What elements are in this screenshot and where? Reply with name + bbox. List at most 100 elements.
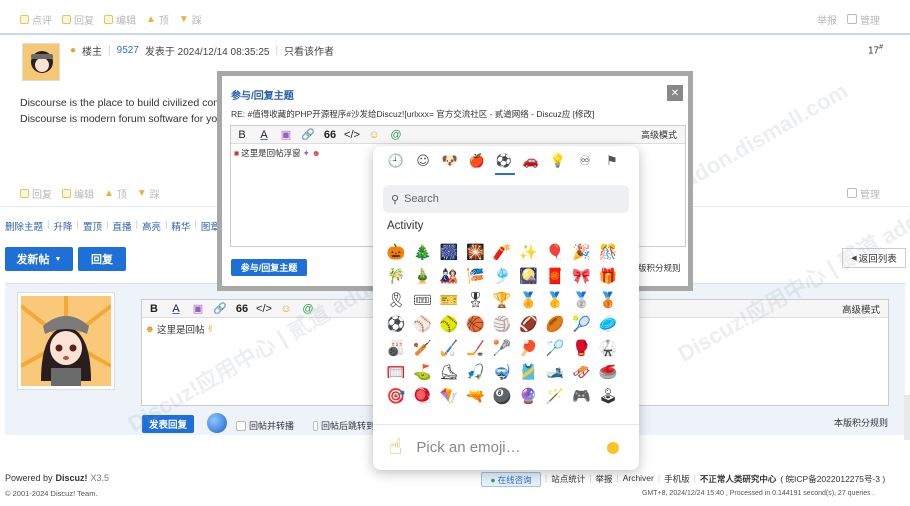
emoji-cell[interactable]: 🎳 <box>385 337 407 359</box>
emoji-cell[interactable]: 🎊 <box>597 241 619 263</box>
emoji-cell[interactable]: 🎱 <box>491 385 513 407</box>
emoji-cell[interactable]: 🎋 <box>385 265 407 287</box>
emoji-cell[interactable]: 🏐 <box>491 313 513 335</box>
footer-link[interactable]: 站点统计 <box>551 473 585 485</box>
emoji-cell[interactable]: 🏀 <box>465 313 487 335</box>
smiley-icon[interactable]: ☺ <box>365 127 383 143</box>
emoji-cell[interactable]: 🪁 <box>438 385 460 407</box>
new-thread-button[interactable]: 发新帖 ▼ <box>5 247 73 271</box>
footer-link[interactable]: Archiver <box>623 473 654 485</box>
emoji-cell[interactable]: 🥇 <box>544 289 566 311</box>
reply-button[interactable]: 回复 <box>78 247 126 271</box>
emoji-cell[interactable]: 🎉 <box>571 241 593 263</box>
emoji-cell[interactable]: 🎑 <box>518 265 540 287</box>
jump-checkbox[interactable] <box>313 420 318 431</box>
back-to-list-button[interactable]: ◀ 返回列表 <box>842 248 906 268</box>
emoji-cell[interactable]: 🥍 <box>491 337 513 359</box>
bold-button[interactable]: B <box>145 301 163 317</box>
emoji-cell[interactable]: 🎾 <box>571 313 593 335</box>
submit-reply-button[interactable]: 发表回复 <box>142 415 194 433</box>
emoji-cell[interactable]: 🎽 <box>518 361 540 383</box>
bold-button[interactable]: B <box>233 127 251 143</box>
emoji-cell[interactable]: 🏅 <box>518 289 540 311</box>
emoji-cell[interactable]: 🎆 <box>438 241 460 263</box>
advanced-mode-link[interactable]: 高级模式 <box>641 128 677 141</box>
category-flags-icon[interactable]: ⚑ <box>603 152 621 170</box>
reply-action[interactable]: 回复 <box>62 12 94 27</box>
option-repost[interactable]: 回帖并转播 <box>236 419 294 432</box>
emoji-cell[interactable]: 🥏 <box>597 313 619 335</box>
emoji-cell[interactable]: 🤿 <box>491 361 513 383</box>
emoji-cell[interactable]: 🏏 <box>412 337 434 359</box>
skin-tone-button[interactable] <box>607 441 619 454</box>
emoji-cell[interactable]: 🎁 <box>597 265 619 287</box>
mod-link[interactable]: 直播 <box>112 219 131 233</box>
emoji-cell[interactable]: 🏈 <box>518 313 540 335</box>
sync-icon[interactable] <box>207 413 227 433</box>
emoji-cell[interactable]: 🕹 <box>597 385 619 407</box>
emoji-cell[interactable]: 🏉 <box>544 313 566 335</box>
emoji-cell[interactable]: ✨ <box>518 241 540 263</box>
emoji-cell[interactable]: 🥉 <box>597 289 619 311</box>
at-icon[interactable]: @ <box>299 301 317 317</box>
icp-link[interactable]: ( 皖ICP备2022012275号-3 ) <box>780 473 885 485</box>
emoji-cell[interactable]: 🎿 <box>544 361 566 383</box>
emoji-cell[interactable]: 🛷 <box>571 361 593 383</box>
emoji-cell[interactable]: 🪀 <box>412 385 434 407</box>
smiley-icon[interactable]: ☺ <box>277 301 295 317</box>
mod-link[interactable]: 高亮 <box>142 219 161 233</box>
down-action[interactable]: ▼ 踩 <box>179 12 202 27</box>
scrollbar[interactable] <box>904 395 910 440</box>
category-travel-icon[interactable]: 🚗 <box>522 152 540 170</box>
emoji-search-input[interactable]: Search <box>404 193 439 205</box>
repost-checkbox[interactable] <box>236 420 246 431</box>
code-button[interactable]: </> <box>343 127 361 143</box>
emoji-search-box[interactable]: ⚲ Search <box>383 185 629 213</box>
emoji-cell[interactable]: 🎍 <box>412 265 434 287</box>
comment-action[interactable]: 点评 <box>20 12 52 27</box>
emoji-cell[interactable]: ⚽ <box>385 313 407 335</box>
dialog-submit-button[interactable]: 参与/回复主题 <box>231 259 307 276</box>
emoji-cell[interactable]: 🎇 <box>465 241 487 263</box>
emoji-cell[interactable]: 🎄 <box>412 241 434 263</box>
emoji-cell[interactable]: ⛸ <box>438 361 460 383</box>
emoji-cell[interactable]: 🎀 <box>571 265 593 287</box>
emoji-cell[interactable]: 🎃 <box>385 241 407 263</box>
option-jump[interactable]: 回帖后跳转到 <box>313 419 375 432</box>
online-consult-button[interactable]: ● 在线咨询 <box>481 472 541 487</box>
link-icon[interactable]: 🔗 <box>211 301 229 317</box>
at-icon[interactable]: @ <box>387 127 405 143</box>
dialog-credit-rules[interactable]: 版积分规则 <box>638 262 681 274</box>
advanced-mode-link[interactable]: 高级模式 <box>842 302 880 316</box>
author-uid-link[interactable]: 9527 <box>117 45 139 56</box>
mod-link[interactable]: 精华 <box>171 219 190 233</box>
emoji-cell[interactable]: 🥈 <box>571 289 593 311</box>
emoji-cell[interactable]: 🥅 <box>385 361 407 383</box>
quote-button[interactable]: 66 <box>233 301 251 317</box>
edit-action-2[interactable]: 编辑 <box>62 186 94 201</box>
emoji-cell[interactable]: 🔮 <box>518 385 540 407</box>
emoji-cell[interactable]: 🎎 <box>438 265 460 287</box>
footer-link[interactable]: 不正常人类研究中心 <box>700 473 777 485</box>
emoji-cell[interactable]: 🥌 <box>597 361 619 383</box>
emoji-cell[interactable]: 🧨 <box>491 241 513 263</box>
manage-checkbox[interactable] <box>847 188 857 198</box>
emoji-cell[interactable]: 🎟 <box>412 289 434 311</box>
mod-link[interactable]: 升降 <box>53 219 72 233</box>
emoji-cell[interactable]: 🎣 <box>465 361 487 383</box>
manage-checkbox[interactable] <box>847 14 857 24</box>
credit-rules-link[interactable]: 本版积分规则 <box>834 416 888 429</box>
emoji-cell[interactable]: 🏒 <box>465 337 487 359</box>
image-icon[interactable]: ▣ <box>189 301 207 317</box>
category-recent-icon[interactable]: 🕘 <box>387 152 405 170</box>
footer-link[interactable]: 手机版 <box>664 473 690 485</box>
category-activity-icon[interactable]: ⚽ <box>495 152 513 170</box>
emoji-cell[interactable]: 🏸 <box>544 337 566 359</box>
emoji-cell[interactable]: 🎈 <box>544 241 566 263</box>
code-button[interactable]: </> <box>255 301 273 317</box>
down-action-2[interactable]: ▼ 踩 <box>137 186 160 201</box>
mod-link[interactable]: 删除主题 <box>5 219 43 233</box>
text-color-button[interactable]: A <box>255 127 273 143</box>
emoji-cell[interactable]: 🎐 <box>491 265 513 287</box>
category-objects-icon[interactable]: 💡 <box>549 152 567 170</box>
